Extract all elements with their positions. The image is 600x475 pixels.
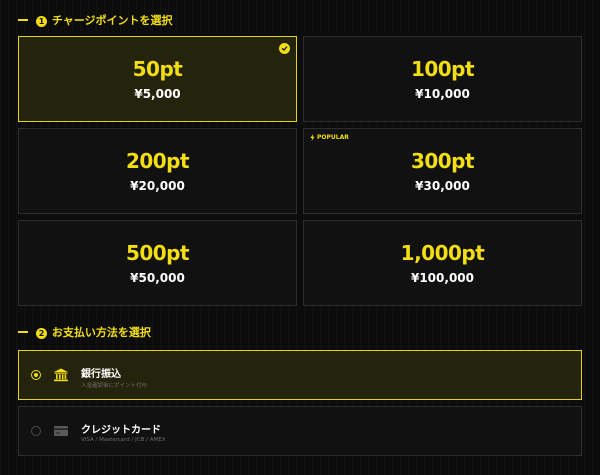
point-amount: 1,000pt: [400, 241, 485, 265]
point-price: ¥10,000: [415, 87, 470, 101]
radio-button[interactable]: [31, 426, 41, 436]
payment-method-credit-card[interactable]: クレジットカード VISA / Mastercard / JCB / AMEX: [18, 406, 582, 456]
step-number-badge: 2: [36, 328, 47, 339]
step-number-badge: 1: [36, 16, 47, 27]
point-option-500[interactable]: 500pt ¥50,000: [18, 220, 297, 306]
popular-badge-label: POPULAR: [317, 134, 349, 141]
point-amount: 300pt: [410, 149, 475, 173]
point-option-300[interactable]: POPULAR 300pt ¥30,000: [303, 128, 582, 214]
point-option-200[interactable]: 200pt ¥20,000: [18, 128, 297, 214]
charge-page: 1 チャージポイントを選択 50pt ¥5,000 100pt ¥10,000 …: [0, 0, 600, 475]
point-price: ¥20,000: [130, 179, 185, 193]
section-header-payment: 2 お支払い方法を選択: [18, 324, 151, 340]
point-option-100[interactable]: 100pt ¥10,000: [303, 36, 582, 122]
popular-badge: POPULAR: [310, 134, 349, 141]
point-option-50[interactable]: 50pt ¥5,000: [18, 36, 297, 122]
point-amount: 200pt: [125, 149, 190, 173]
section-title: お支払い方法を選択: [51, 326, 151, 339]
section-dash: [18, 331, 28, 333]
payment-method-title: 銀行振込: [81, 369, 121, 380]
check-icon: [279, 43, 290, 54]
point-price: ¥50,000: [130, 271, 185, 285]
payment-method-bank-transfer[interactable]: 銀行振込 入金確認後にポイント付与: [18, 350, 582, 400]
section-title: チャージポイントを選択: [51, 14, 173, 27]
radio-button-selected[interactable]: [31, 370, 41, 380]
section-dash: [18, 19, 28, 21]
point-amount: 500pt: [125, 241, 190, 265]
section-header-charge: 1 チャージポイントを選択: [18, 12, 173, 28]
bank-icon: [54, 368, 68, 382]
point-amount: 50pt: [132, 57, 183, 81]
point-price: ¥5,000: [134, 87, 181, 101]
point-amount: 100pt: [410, 57, 475, 81]
point-price: ¥30,000: [415, 179, 470, 193]
payment-method-subtitle: 入金確認後にポイント付与: [81, 383, 148, 389]
payment-method-title: クレジットカード: [81, 425, 161, 436]
point-option-1000[interactable]: 1,000pt ¥100,000: [303, 220, 582, 306]
point-options-grid: 50pt ¥5,000 100pt ¥10,000 200pt ¥20,000 …: [18, 36, 582, 306]
credit-card-icon: [54, 426, 68, 436]
point-price: ¥100,000: [410, 271, 474, 285]
payment-method-subtitle: VISA / Mastercard / JCB / AMEX: [81, 437, 166, 443]
lightning-icon: [310, 134, 315, 141]
